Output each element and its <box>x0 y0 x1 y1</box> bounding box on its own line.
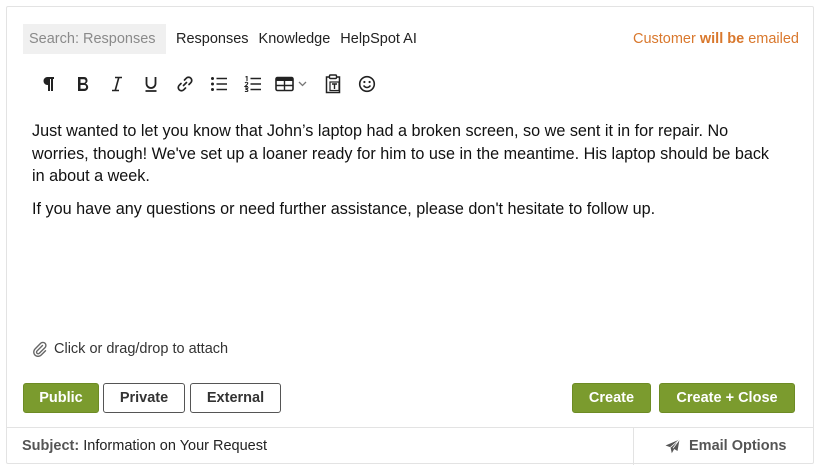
notice-suffix: emailed <box>744 31 799 47</box>
helpspot-ai-link[interactable]: HelpSpot AI <box>340 31 417 47</box>
email-options-label: Email Options <box>689 438 787 454</box>
bold-icon[interactable] <box>66 67 100 101</box>
create-close-button[interactable]: Create + Close <box>659 383 795 413</box>
create-button[interactable]: Create <box>572 383 651 413</box>
italic-icon[interactable] <box>100 67 134 101</box>
private-button[interactable]: Private <box>103 383 185 413</box>
action-bar: Public Private External Create Create + … <box>23 383 799 413</box>
knowledge-link[interactable]: Knowledge <box>259 31 331 47</box>
formatting-toolbar <box>32 67 384 101</box>
email-notice: Customer will be emailed <box>633 31 799 47</box>
notice-bold: will be <box>699 31 745 47</box>
editor-paragraph: Just wanted to let you know that John’s … <box>32 122 770 185</box>
composer-header: Responses Knowledge HelpSpot AI Customer… <box>23 24 799 54</box>
emoji-icon[interactable] <box>350 67 384 101</box>
table-icon[interactable] <box>270 67 316 101</box>
editor-paragraph: If you have any questions or need furthe… <box>32 199 656 218</box>
bullet-list-icon[interactable] <box>202 67 236 101</box>
notice-prefix: Customer <box>632 31 700 47</box>
numbered-list-icon[interactable] <box>236 67 270 101</box>
search-responses-input[interactable] <box>23 24 166 54</box>
subject-value: Information on Your Request <box>79 438 268 454</box>
underline-icon[interactable] <box>134 67 168 101</box>
paper-plane-icon <box>665 438 680 454</box>
attach-label: Click or drag/drop to attach <box>54 341 229 357</box>
email-options-button[interactable]: Email Options <box>665 438 787 454</box>
external-button[interactable]: External <box>190 383 281 413</box>
responses-link[interactable]: Responses <box>176 31 249 47</box>
paragraph-icon[interactable] <box>32 67 66 101</box>
link-icon[interactable] <box>168 67 202 101</box>
public-button[interactable]: Public <box>23 383 99 413</box>
subject-label: Subject: <box>22 438 80 454</box>
subject-line[interactable]: Subject: Information on Your Request <box>22 438 267 454</box>
composer-footer: Subject: Information on Your Request Ema… <box>7 427 813 465</box>
paste-text-icon[interactable] <box>316 67 350 101</box>
message-editor[interactable]: Just wanted to let you know that John’s … <box>32 120 782 230</box>
paperclip-icon <box>32 341 48 357</box>
attach-dropzone[interactable]: Click or drag/drop to attach <box>32 341 228 357</box>
footer-divider <box>633 428 634 465</box>
reply-composer: Responses Knowledge HelpSpot AI Customer… <box>6 6 814 465</box>
